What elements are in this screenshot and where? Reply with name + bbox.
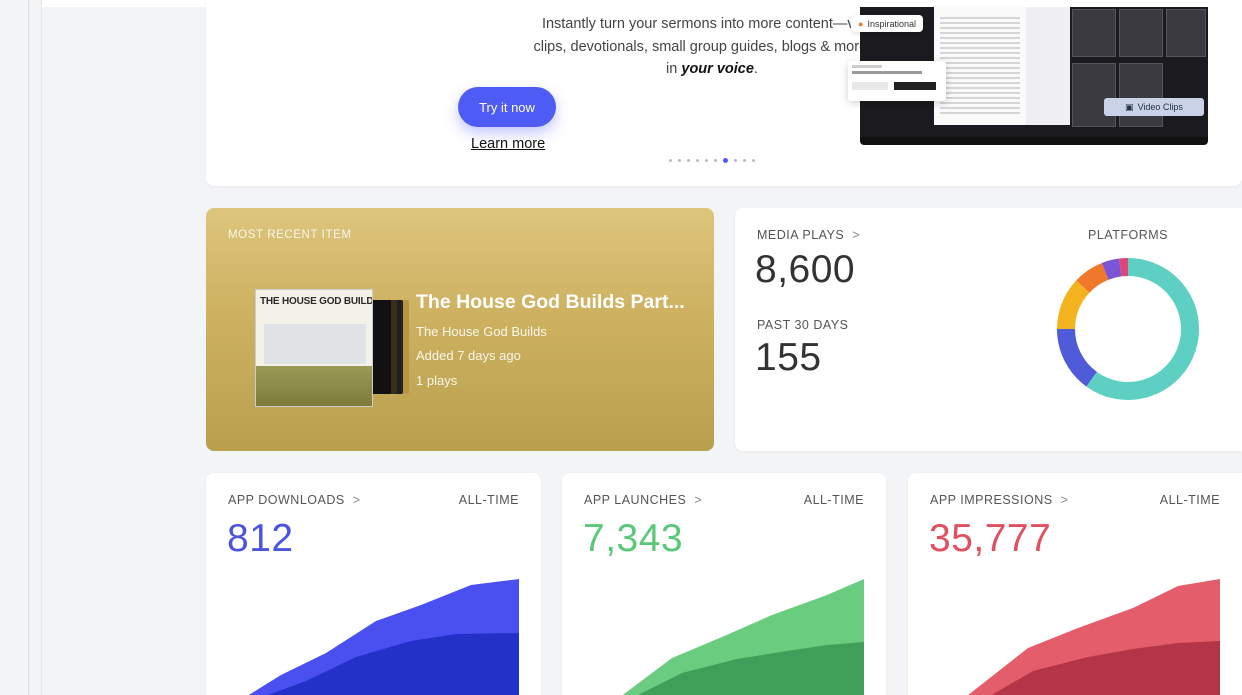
carousel-dot[interactable] <box>752 159 755 162</box>
downloads-area-chart <box>248 579 519 695</box>
video-camera-icon: ▣ <box>1125 101 1134 112</box>
platforms-donut-chart[interactable] <box>1055 256 1201 402</box>
inspirational-tag: ● Inspirational <box>851 15 923 32</box>
promo-line: in your voice. <box>666 61 758 77</box>
app-launches-card: APP LAUNCHES > ALL-TIME 7,343 <box>562 473 886 695</box>
video-thumbnail <box>1119 9 1163 57</box>
most-recent-label: MOST RECENT ITEM <box>228 229 352 241</box>
carousel-dot[interactable] <box>723 158 728 163</box>
donut-segment[interactable] <box>1101 258 1122 280</box>
promo-line: Instantly turn your sermons into more co… <box>541 16 883 32</box>
sidebar-rail <box>0 0 42 695</box>
series-cover-art: THE HOUSE GOD BUILDS <box>255 289 373 407</box>
app-impressions-card: APP IMPRESSIONS > ALL-TIME 35,777 <box>908 473 1242 695</box>
video-thumbnail <box>1119 63 1163 127</box>
chevron-right-icon: > <box>852 228 861 242</box>
carousel-dot[interactable] <box>696 159 699 162</box>
period-label: ALL-TIME <box>1159 493 1220 507</box>
series-cover-stack: THE HOUSE GOD BUILDS <box>255 286 415 410</box>
rail-divider <box>41 0 42 695</box>
donut-segment[interactable] <box>1057 328 1098 387</box>
carousel-dots[interactable] <box>669 158 755 163</box>
carousel-dot[interactable] <box>687 159 690 162</box>
chevron-right-icon: > <box>694 493 703 507</box>
past-30-days-value: 155 <box>755 336 822 379</box>
video-clips-tag: ▣ Video Clips <box>1104 98 1204 116</box>
period-label: ALL-TIME <box>803 493 864 507</box>
promo-line: clips, devotionals, small group guides, … <box>533 38 891 55</box>
video-thumbnail <box>1072 9 1116 57</box>
past-30-days-label: PAST 30 DAYS <box>757 318 849 332</box>
recent-item-added: Added 7 days ago <box>416 348 521 363</box>
period-label: ALL-TIME <box>458 493 519 507</box>
carousel-dot[interactable] <box>734 159 737 162</box>
rail-divider <box>28 0 29 695</box>
donut-segment[interactable] <box>1076 262 1109 293</box>
impressions-area-chart <box>968 579 1220 695</box>
carousel-dot[interactable] <box>714 159 717 162</box>
try-it-now-button[interactable]: Try it now <box>458 87 556 127</box>
most-recent-item-card[interactable]: MOST RECENT ITEM THE HOUSE GOD BUILDS Th… <box>206 208 714 451</box>
clips-panel <box>1026 7 1070 125</box>
launches-area-chart <box>622 579 864 695</box>
platforms-label: PLATFORMS <box>1088 228 1168 242</box>
laptop-base <box>860 137 1208 145</box>
promo-description: Instantly turn your sermons into more co… <box>526 13 898 81</box>
carousel-dot[interactable] <box>678 159 681 162</box>
transcript-panel <box>934 7 1026 125</box>
field-image <box>256 366 372 406</box>
house-image <box>264 324 366 364</box>
chevron-right-icon: > <box>1060 493 1069 507</box>
video-thumbnail <box>1072 63 1116 127</box>
app-downloads-card: APP DOWNLOADS > ALL-TIME 812 <box>206 473 541 695</box>
carousel-dot[interactable] <box>669 159 672 162</box>
recent-item-title: The House God Builds Part... <box>416 291 685 313</box>
donut-segment[interactable] <box>1057 280 1090 330</box>
recent-item-series: The House God Builds <box>416 324 547 339</box>
flame-icon: ● <box>858 18 864 29</box>
donut-segment[interactable] <box>1086 258 1199 400</box>
carousel-dot[interactable] <box>743 159 746 162</box>
chevron-right-icon: > <box>352 493 361 507</box>
app-downloads-link[interactable]: APP DOWNLOADS > <box>228 493 361 507</box>
media-plays-link[interactable]: MEDIA PLAYS > <box>757 228 860 242</box>
app-launches-link[interactable]: APP LAUNCHES > <box>584 493 702 507</box>
video-thumbnail <box>1166 9 1206 57</box>
promo-emphasis: your voice <box>681 61 754 77</box>
floating-preview-card <box>848 61 946 101</box>
app-impressions-link[interactable]: APP IMPRESSIONS > <box>930 493 1068 507</box>
media-plays-value: 8,600 <box>755 248 856 291</box>
recent-item-plays: 1 plays <box>416 373 458 388</box>
learn-more-link[interactable]: Learn more <box>471 136 545 152</box>
carousel-dot[interactable] <box>705 159 708 162</box>
